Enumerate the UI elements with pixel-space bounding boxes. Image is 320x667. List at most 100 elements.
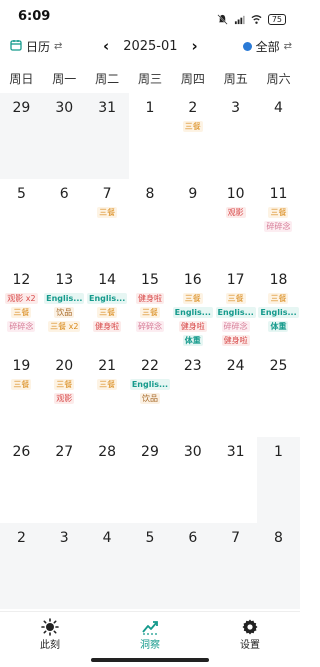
day-cell[interactable]: 30 (171, 437, 214, 523)
prev-month-button[interactable]: ‹ (103, 37, 109, 55)
event-tag[interactable]: 三餐 (97, 379, 118, 390)
day-cell[interactable]: 4 (257, 93, 300, 179)
event-tag[interactable]: 三餐 (225, 293, 246, 304)
event-tag[interactable]: Englis... (86, 293, 128, 304)
day-cell[interactable]: 9 (171, 179, 214, 265)
day-cell[interactable]: 5 (0, 179, 43, 265)
event-tag[interactable]: 体重 (182, 335, 203, 346)
event-tag[interactable]: 三餐 x2 (48, 321, 81, 332)
event-tag[interactable]: 三餐 (268, 293, 289, 304)
event-tag[interactable]: Englis... (44, 293, 85, 304)
nav-label: 洞察 (140, 639, 160, 651)
event-tag[interactable]: 碎碎念 (264, 221, 293, 232)
event-tag[interactable]: 三餐 (11, 307, 32, 318)
day-cell[interactable]: 10 观影 (214, 179, 257, 265)
day-cell[interactable]: 7 (214, 523, 258, 609)
event-list: 三餐 (0, 379, 43, 390)
event-tag[interactable]: Englis... (258, 307, 299, 318)
event-tag[interactable]: 三餐 (11, 379, 32, 390)
next-month-button[interactable]: › (192, 37, 198, 55)
home-indicator[interactable] (91, 658, 209, 662)
day-cell[interactable]: 2 三餐 (171, 93, 214, 179)
event-list: 观影 (214, 207, 257, 218)
day-cell[interactable]: 3 (42, 523, 86, 609)
day-cell[interactable]: 23 (171, 351, 214, 437)
day-cell[interactable]: 24 (214, 351, 257, 437)
event-tag[interactable]: 碎碎念 (135, 321, 164, 332)
day-cell[interactable]: 16 三餐 Englis... 健身啦 体重 (171, 265, 214, 351)
event-tag[interactable]: 观影 (54, 393, 75, 404)
day-cell[interactable]: 28 (86, 437, 129, 523)
event-tag[interactable]: 饮品 (54, 307, 75, 318)
view-switch-button[interactable]: 日历 ⇄ (10, 38, 62, 55)
bottom-nav: 此刻 洞察 设置 (0, 611, 300, 656)
day-cell[interactable]: 18 三餐 Englis... 体重 (257, 265, 300, 351)
event-tag[interactable]: 三餐 (139, 307, 160, 318)
event-tag[interactable]: 三餐 (268, 207, 289, 218)
day-cell[interactable]: 1 (257, 437, 300, 523)
day-number: 3 (59, 530, 69, 546)
nav-item-settings[interactable]: 设置 (200, 612, 300, 656)
day-cell[interactable]: 7 三餐 (86, 179, 129, 265)
filter-button[interactable]: 全部 ⇄ (242, 38, 292, 55)
event-tag[interactable]: 观影 x2 (5, 293, 38, 304)
event-tag[interactable]: 健身啦 (178, 321, 207, 332)
event-tag[interactable]: 碎碎念 (7, 321, 36, 332)
current-month[interactable]: 2025-01 (123, 39, 177, 54)
day-cell[interactable]: 30 (42, 93, 86, 179)
day-cell[interactable]: 31 (85, 93, 129, 179)
mute-bell-icon (217, 10, 228, 29)
event-tag[interactable]: 观影 (225, 207, 246, 218)
day-number: 6 (188, 530, 198, 546)
event-tag[interactable]: 三餐 (97, 207, 118, 218)
nav-item-insight[interactable]: 洞察 (100, 612, 200, 656)
event-tag[interactable]: 体重 (268, 321, 289, 332)
event-tag[interactable]: 三餐 (54, 379, 75, 390)
event-list: Englis... 饮品三餐 x2 (43, 293, 86, 332)
day-cell[interactable]: 21 三餐 (86, 351, 129, 437)
nav-item-now[interactable]: 此刻 (0, 612, 100, 656)
event-tag[interactable]: 碎碎念 (221, 321, 250, 332)
day-cell[interactable]: 8 (257, 523, 300, 609)
event-tag[interactable]: 三餐 (97, 307, 118, 318)
day-cell[interactable]: 27 (43, 437, 86, 523)
event-tag[interactable]: Englis... (215, 307, 256, 318)
day-cell[interactable]: 5 (128, 523, 172, 609)
day-cell[interactable]: 8 (129, 179, 172, 265)
day-number: 26 (12, 444, 31, 460)
day-cell[interactable]: 22 Englis... 饮品 (129, 351, 172, 437)
day-cell[interactable]: 12 观影 x2 三餐 碎碎念 (0, 265, 43, 351)
event-tag[interactable]: Englis... (129, 379, 171, 390)
day-cell[interactable]: 1 (129, 93, 172, 179)
day-number: 6 (59, 186, 69, 202)
event-tag[interactable]: Englis... (172, 307, 213, 318)
day-cell[interactable]: 19 三餐 (0, 351, 43, 437)
day-cell[interactable]: 4 (85, 523, 129, 609)
event-list: 观影 x2 三餐碎碎念 (0, 293, 43, 332)
day-cell[interactable]: 6 (43, 179, 86, 265)
day-cell[interactable]: 11 三餐 碎碎念 (257, 179, 300, 265)
day-cell[interactable]: 15 健身啦 三餐 碎碎念 (129, 265, 172, 351)
day-cell[interactable]: 29 (0, 93, 43, 179)
day-cell[interactable]: 29 (129, 437, 172, 523)
day-cell[interactable]: 20 三餐 观影 (43, 351, 86, 437)
event-tag[interactable]: 饮品 (139, 393, 160, 404)
day-cell[interactable]: 13 Englis... 饮品 三餐 x2 (43, 265, 86, 351)
event-tag[interactable]: 健身啦 (93, 321, 122, 332)
event-tag[interactable]: 健身啦 (135, 293, 164, 304)
day-cell[interactable]: 14 Englis... 三餐 健身啦 (86, 265, 129, 351)
day-number: 22 (141, 358, 159, 374)
event-tag[interactable]: 三餐 (182, 121, 203, 132)
day-cell[interactable]: 26 (0, 437, 43, 523)
day-cell[interactable]: 31 (214, 437, 257, 523)
weekday-label: 周三 (138, 72, 163, 86)
day-cell[interactable]: 17 三餐 Englis... 碎碎念 健身啦 (214, 265, 257, 351)
day-number: 21 (98, 358, 117, 374)
event-tag[interactable]: 健身啦 (221, 335, 250, 346)
day-cell[interactable]: 3 (214, 93, 257, 179)
day-cell[interactable]: 25 (257, 351, 300, 437)
event-tag[interactable]: 三餐 (182, 293, 203, 304)
day-cell[interactable]: 2 (0, 523, 43, 609)
day-cell[interactable]: 6 (171, 523, 215, 609)
status-icons: 75 (217, 10, 286, 29)
